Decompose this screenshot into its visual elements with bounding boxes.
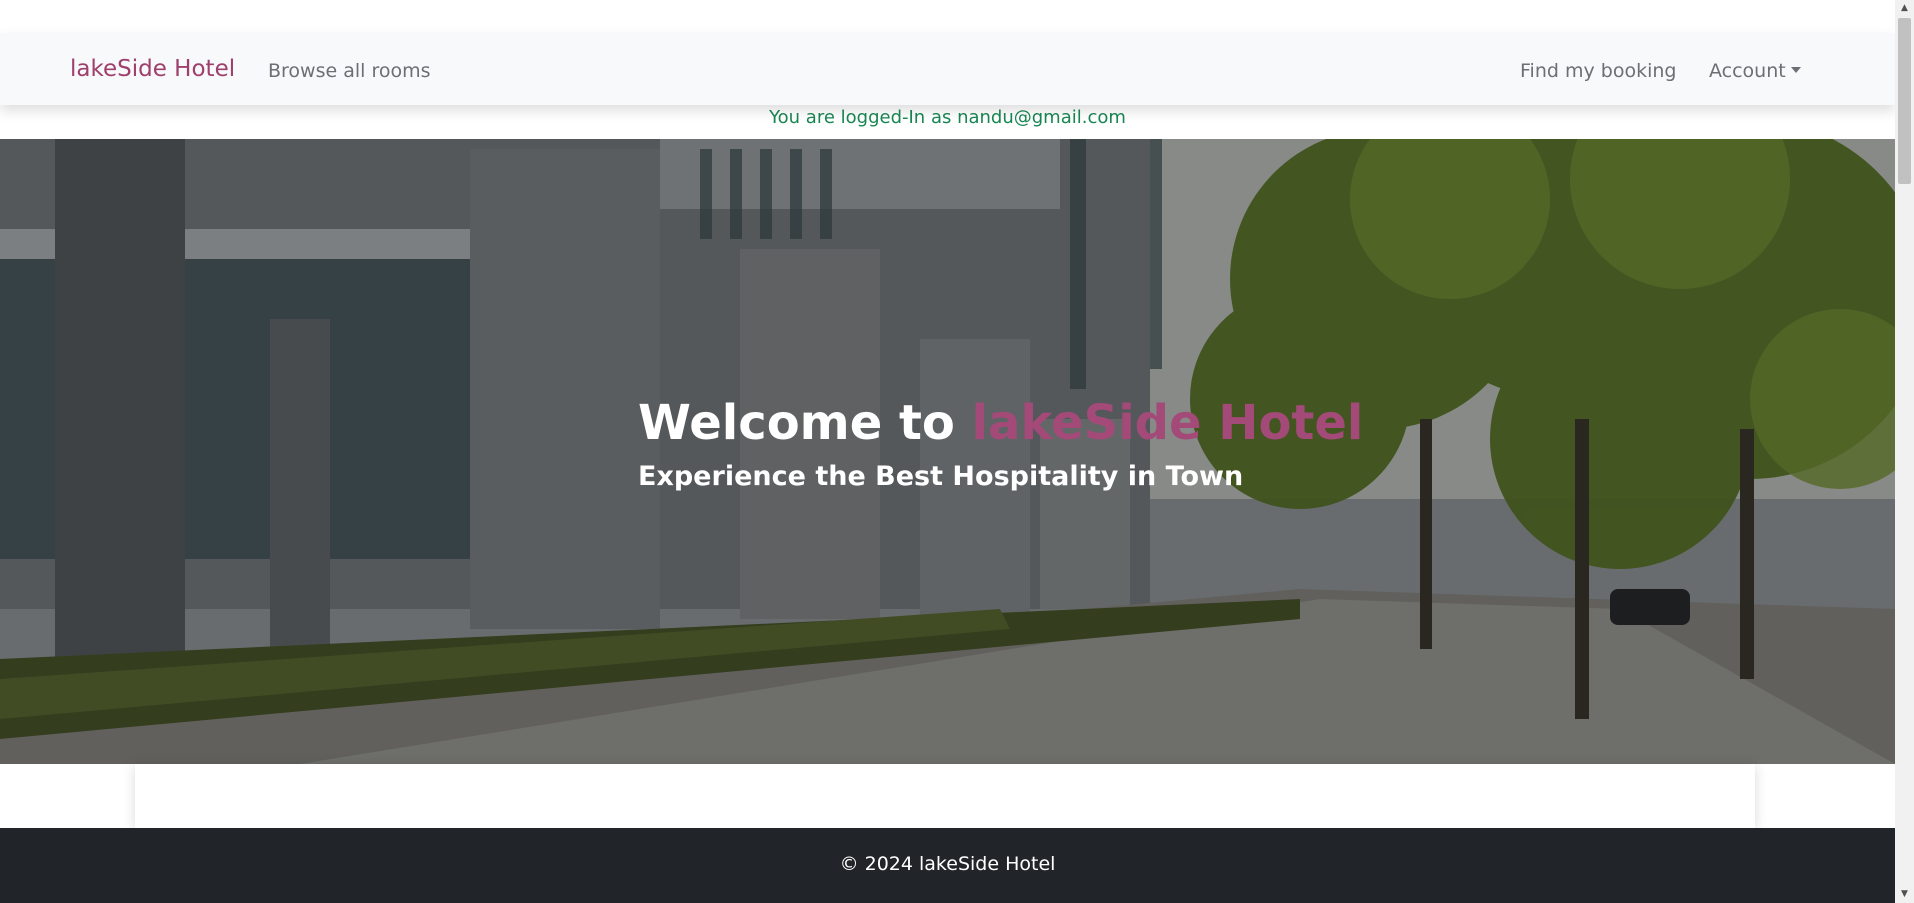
scroll-up-arrow-icon[interactable]: ▲ xyxy=(1895,0,1914,17)
caret-down-icon xyxy=(1790,67,1801,73)
hero-banner: Welcome to lakeSide Hotel Experience the… xyxy=(0,139,1895,764)
hero-title-prefix: Welcome to xyxy=(638,395,972,451)
hero-title-brand: lakeSide Hotel xyxy=(971,395,1364,451)
page: lakeSide Hotel Browse all rooms Find my … xyxy=(0,0,1895,903)
nav-find-booking-link[interactable]: Find my booking xyxy=(1520,60,1676,82)
hero-subtitle: Experience the Best Hospitality in Town xyxy=(638,460,1244,492)
account-dropdown-toggle[interactable]: Account xyxy=(1709,60,1801,82)
footer: © 2024 lakeSide Hotel xyxy=(0,828,1895,903)
scroll-down-arrow-icon[interactable]: ▼ xyxy=(1895,886,1914,903)
footer-copyright: © 2024 lakeSide Hotel xyxy=(839,853,1056,875)
content-card xyxy=(135,764,1755,828)
scrollbar-thumb[interactable] xyxy=(1898,18,1911,184)
hero-title: Welcome to lakeSide Hotel xyxy=(638,395,1363,453)
browser-viewport: lakeSide Hotel Browse all rooms Find my … xyxy=(0,0,1914,903)
logged-in-notice: You are logged-In as nandu@gmail.com xyxy=(769,107,1126,128)
nav-browse-rooms-link[interactable]: Browse all rooms xyxy=(268,60,431,82)
account-label: Account xyxy=(1709,60,1786,82)
brand-link[interactable]: lakeSide Hotel xyxy=(70,56,235,82)
hero-text: Welcome to lakeSide Hotel Experience the… xyxy=(638,395,1363,492)
vertical-scrollbar[interactable]: ▲ ▼ xyxy=(1895,0,1914,903)
navbar: lakeSide Hotel Browse all rooms Find my … xyxy=(0,33,1895,105)
